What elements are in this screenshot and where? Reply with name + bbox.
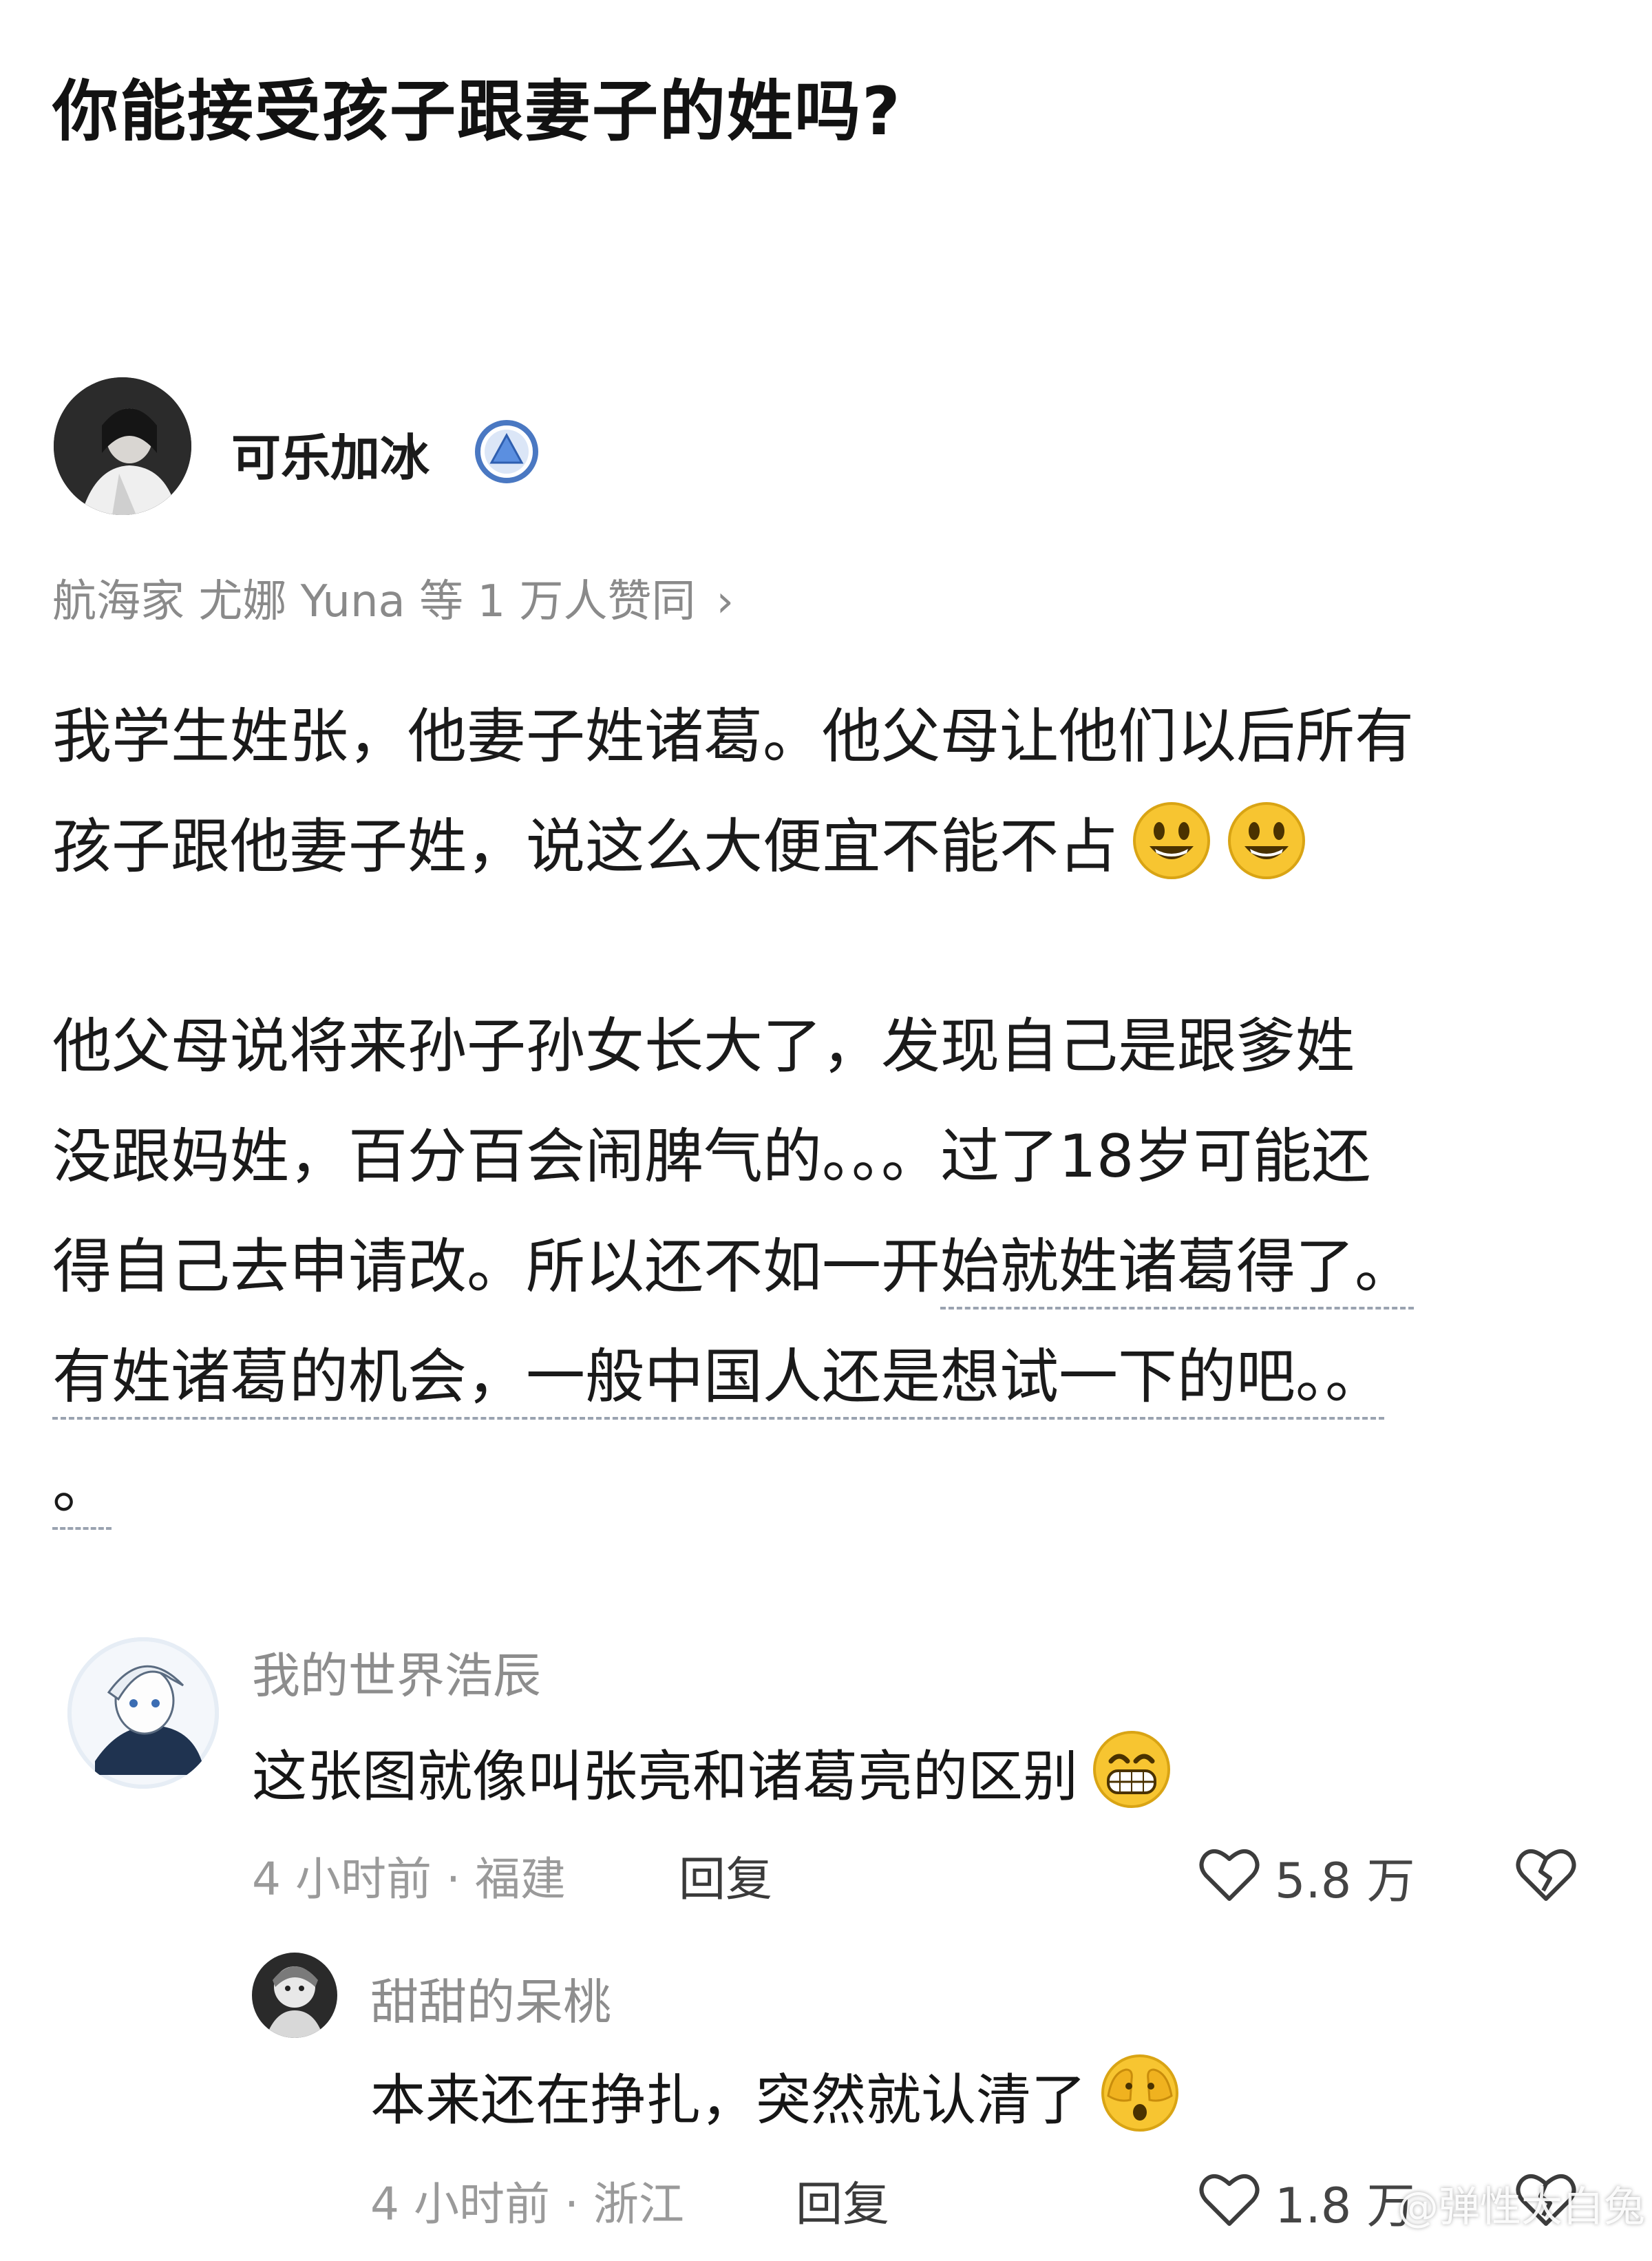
comment-time-location: 4 小时前 · 浙江 (370, 2178, 684, 2231)
comment-avatar[interactable] (67, 1637, 219, 1789)
answer-line: 我学生姓张，他妻子姓诸葛。他父母让他们以后所有 (52, 702, 1414, 771)
author-name[interactable]: 可乐加冰 (231, 417, 430, 490)
comment-time-location: 4 小时前 · 福建 (252, 1853, 566, 1906)
watermark: @弹性大白兔 (1397, 2183, 1645, 2231)
smile-emoji-icon (1130, 799, 1213, 882)
heart-icon[interactable] (1195, 1840, 1264, 1908)
comment-text: 本来还在挣扎，突然就认清了 (370, 2052, 1181, 2136)
answer-line: 。 (52, 1432, 1608, 1542)
answer-line: 他父母说将来孙子孙女长大了，发现自己是跟爹姓 (52, 1012, 1355, 1081)
chevron-right-icon: › (716, 576, 734, 627)
question-title: 你能接受孩子跟妻子的姓吗? (52, 73, 902, 150)
like-count: 5.8 万 (1275, 1853, 1415, 1909)
comment-text-body: 这张图就像叫张亮和诸葛亮的区别 (252, 1745, 1078, 1809)
author-avatar[interactable] (54, 377, 191, 515)
peeking-face-emoji-icon (1099, 2052, 1181, 2134)
answer-line: 得自己去申请改。所以还不如一开始就姓诸葛得了。 (52, 1212, 1608, 1322)
comment-text: 这张图就像叫张亮和诸葛亮的区别 (252, 1728, 1173, 1812)
broken-heart-icon[interactable] (1512, 1840, 1580, 1908)
answer-paragraph-2: 他父母说将来孙子孙女长大了，发现自己是跟爹姓 没跟妈姓，百分百会闹脾气的。。。过… (52, 991, 1608, 1542)
search-link-text[interactable]: 。 (52, 1453, 112, 1530)
search-link-text[interactable]: 始就姓诸葛得了。 (940, 1232, 1414, 1310)
upvote-summary[interactable]: 航海家 尤娜 Yuna 等 1 万人赞同 › (52, 566, 734, 629)
answer-line-text: 孩子跟他妻子姓，说这么大便宜不能不占 (52, 812, 1118, 881)
comment-text-body: 本来还在挣扎，突然就认清了 (370, 2068, 1086, 2132)
upvote-summary-text: 航海家 尤娜 Yuna 等 1 万人赞同 (52, 576, 696, 627)
smile-emoji-icon (1225, 799, 1308, 882)
answer-line: 没跟妈姓，百分百会闹脾气的。。。过了18岁可能还 (52, 1122, 1371, 1191)
comment-username[interactable]: 我的世界浩辰 (252, 1637, 541, 1707)
comment-username[interactable]: 甜甜的呆桃 (370, 1964, 611, 2033)
grin-emoji-icon (1090, 1728, 1173, 1811)
answer-line-text: 得自己去申请改。所以还不如一开 (52, 1232, 940, 1301)
answer-line: 孩子跟他妻子姓，说这么大便宜不能不占 (52, 792, 1608, 902)
verified-badge-icon (474, 419, 540, 485)
heart-icon[interactable] (1195, 2165, 1264, 2233)
answer-line: 有姓诸葛的机会，一般中国人还是想试一下的吧。。 (52, 1322, 1608, 1432)
comment-avatar[interactable] (252, 1953, 337, 2038)
reply-button[interactable]: 回复 (796, 2166, 889, 2234)
answer-paragraph-1: 我学生姓张，他妻子姓诸葛。他父母让他们以后所有 孩子跟他妻子姓，说这么大便宜不能… (52, 682, 1608, 902)
search-link-text[interactable]: 有姓诸葛的机会，一般中国人还是想试一下的吧。。 (52, 1343, 1384, 1420)
like-count: 1.8 万 (1275, 2178, 1415, 2234)
reply-button[interactable]: 回复 (679, 1841, 772, 1909)
